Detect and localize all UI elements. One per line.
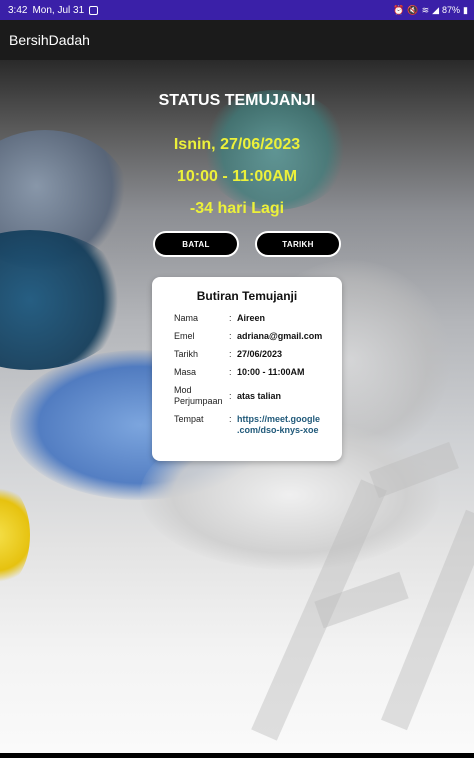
detail-value: 10:00 - 11:00AM: [237, 367, 305, 377]
detail-row-date: Tarikh : 27/06/2023: [174, 349, 332, 360]
status-bar-left: 3:42 Mon, Jul 31: [8, 4, 99, 16]
detail-label: Masa: [174, 367, 197, 377]
detail-separator: :: [229, 331, 232, 341]
status-date: Mon, Jul 31: [32, 4, 85, 16]
alarm-icon: ⏰: [393, 4, 405, 15]
detail-separator: :: [229, 349, 232, 359]
detail-separator: :: [229, 313, 232, 323]
detail-row-location: Tempat : https://meet.google .com/dso-kn…: [174, 414, 332, 436]
detail-row-name: Nama : Aireen: [174, 313, 332, 324]
battery-level: 87%: [442, 5, 461, 15]
change-date-button[interactable]: TARIKH: [255, 231, 341, 257]
signal-icon: ◢: [432, 4, 440, 15]
wifi-icon: ≋: [421, 4, 430, 15]
detail-label: Mod Perjumpaan: [174, 385, 223, 406]
status-time: 3:42: [8, 4, 28, 16]
detail-row-meeting-mode: Mod Perjumpaan : atas talian: [174, 385, 332, 407]
card-title: Butiran Temujanji: [196, 289, 298, 303]
appointment-details-card: Butiran Temujanji Nama : Aireen Emel : a…: [152, 277, 342, 461]
image-notification-icon: [89, 5, 99, 15]
meeting-link[interactable]: https://meet.google .com/dso-knys-xoe: [237, 414, 332, 436]
detail-label: Tarikh: [174, 349, 199, 359]
status-bar: 3:42 Mon, Jul 31 ⏰ 🔇 ≋ ◢ 87% ▮: [0, 0, 474, 20]
appointment-time: 10:00 - 11:00AM: [176, 168, 298, 185]
detail-value: 27/06/2023: [237, 349, 283, 359]
detail-label: Tempat: [174, 414, 204, 424]
page-title: STATUS TEMUJANJI: [158, 92, 316, 109]
detail-value: atas talian: [237, 390, 282, 401]
mute-icon: 🔇: [407, 4, 419, 15]
detail-value: adriana@gmail.com: [237, 331, 323, 341]
pill-shape: [0, 230, 130, 370]
status-bar-right: ⏰ 🔇 ≋ ◢ 87% ▮: [393, 5, 468, 16]
detail-value: Aireen: [237, 313, 266, 323]
detail-separator: :: [229, 390, 232, 401]
pill-shape: [0, 480, 30, 590]
battery-icon: ▮: [463, 4, 468, 15]
detail-separator: :: [229, 414, 232, 424]
detail-separator: :: [229, 367, 232, 377]
app-title: BersihDadah: [9, 32, 90, 48]
system-nav-bar: [0, 753, 474, 758]
detail-row-email: Emel : adriana@gmail.com: [174, 331, 332, 342]
cancel-button[interactable]: BATAL: [153, 231, 239, 257]
detail-label: Nama: [174, 313, 199, 323]
appointment-date: Isnin, 27/06/2023: [173, 136, 301, 153]
app-bar: BersihDadah: [0, 20, 474, 60]
detail-row-time: Masa : 10:00 - 11:00AM: [174, 367, 332, 378]
detail-label: Emel: [174, 331, 195, 341]
days-remaining: -34 hari Lagi: [189, 200, 285, 217]
